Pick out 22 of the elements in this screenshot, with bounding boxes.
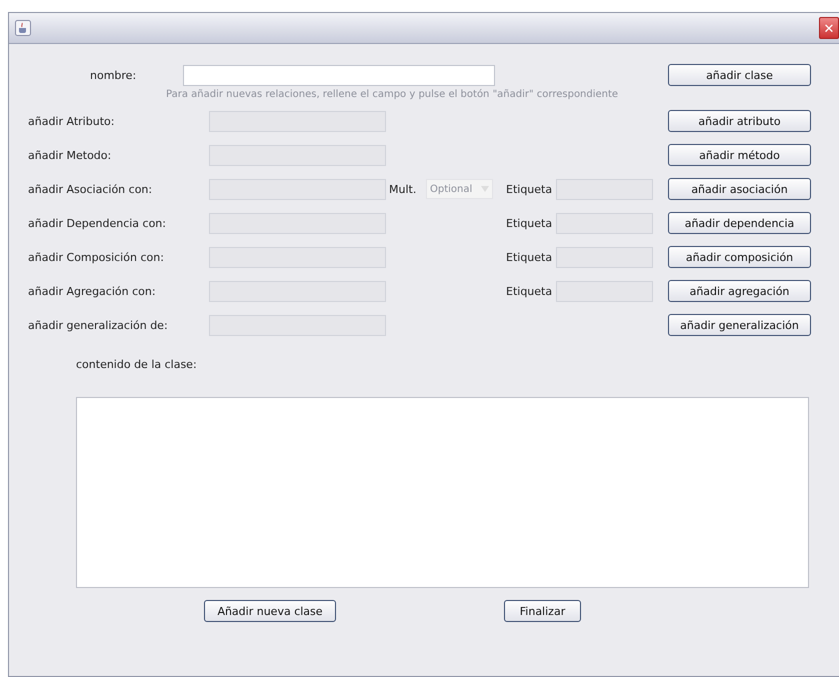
field-label: añadir Atributo: [28,114,116,128]
hint-text: Para añadir nuevas relaciones, rellene el campo y pulse el botón "añadir" correspondiente [166,89,620,100]
field-label: añadir Composición con: [28,250,165,264]
content-text-area[interactable] [76,397,809,588]
new-class-button[interactable]: Añadir nueva clase [204,600,336,622]
add-class-button[interactable]: añadir clase [668,64,811,86]
input-field[interactable] [183,64,495,86]
finish-button[interactable]: Finalizar [504,600,581,622]
multiplicity-label: Mult. [388,182,418,196]
close-button[interactable]: ✕ [819,17,839,39]
field-label: añadir Agregación con: [28,284,157,298]
content-label: contenido de la clase: [76,358,198,371]
field-label: añadir Dependencia con: [28,216,167,230]
field-label: nombre: [89,68,138,82]
field-label: añadir generalización de: [28,318,169,332]
field-label: añadir Metodo: [28,148,112,162]
tag-label: Etiqueta [505,216,554,230]
tag-label: Etiqueta [505,284,554,298]
cup-icon [15,20,31,36]
tag-label: Etiqueta [505,250,554,264]
field-label: añadir Asociación con: [28,182,154,196]
tag-label: Etiqueta [505,182,554,196]
